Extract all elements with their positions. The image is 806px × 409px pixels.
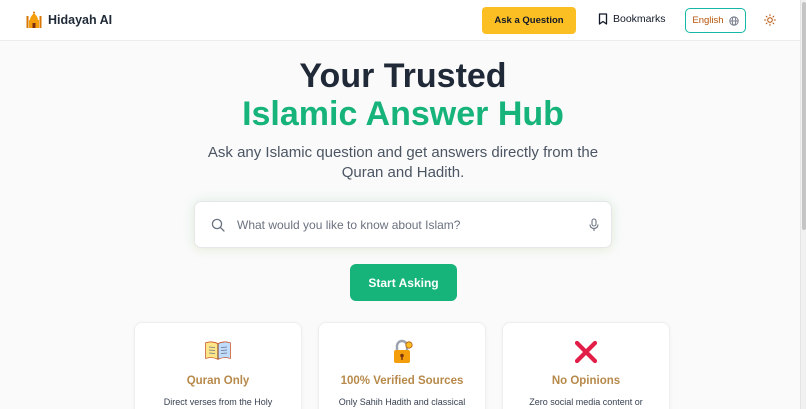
feature-description: Direct verses from the Holy bbox=[163, 397, 273, 407]
search-box bbox=[194, 201, 612, 248]
feature-card-verified: 100% Verified Sources Only Sahih Hadith … bbox=[318, 322, 486, 409]
language-label: English bbox=[692, 15, 724, 26]
hero-title: Your Trusted bbox=[299, 57, 507, 95]
search-input[interactable] bbox=[237, 214, 577, 236]
start-asking-button[interactable]: Start Asking bbox=[350, 264, 457, 301]
sun-icon[interactable] bbox=[764, 14, 776, 26]
bookmarks-label: Bookmarks bbox=[613, 13, 666, 25]
globe-icon bbox=[728, 15, 739, 26]
feature-card-no-opinions: No Opinions Zero social media content or bbox=[502, 322, 670, 409]
feature-card-quran: Quran Only Direct verses from the Holy bbox=[134, 322, 302, 409]
feature-title: No Opinions bbox=[551, 375, 621, 387]
search-icon bbox=[211, 218, 225, 232]
feature-title: Quran Only bbox=[186, 375, 250, 387]
bookmark-icon bbox=[598, 13, 608, 25]
brand-logo[interactable]: Hidayah AI bbox=[26, 11, 112, 29]
hero-title-highlight: Islamic Answer Hub bbox=[242, 95, 564, 133]
language-selector[interactable]: English bbox=[685, 8, 746, 33]
microphone-icon[interactable] bbox=[588, 218, 600, 232]
feature-description: Only Sahih Hadith and classical bbox=[338, 397, 466, 407]
hero-subtitle: Ask any Islamic question and get answers… bbox=[207, 144, 599, 181]
feature-title: 100% Verified Sources bbox=[340, 375, 464, 387]
top-navbar: Hidayah AI Ask a Question Bookmarks Engl… bbox=[0, 0, 800, 41]
ask-question-button[interactable]: Ask a Question bbox=[482, 7, 576, 34]
mosque-icon bbox=[26, 11, 42, 28]
cross-mark-icon bbox=[503, 339, 669, 371]
bookmarks-link[interactable]: Bookmarks bbox=[598, 13, 666, 25]
feature-description: Zero social media content or bbox=[529, 397, 643, 407]
open-book-icon bbox=[135, 339, 301, 367]
lock-icon bbox=[319, 339, 485, 371]
brand-name: Hidayah AI bbox=[48, 13, 113, 27]
